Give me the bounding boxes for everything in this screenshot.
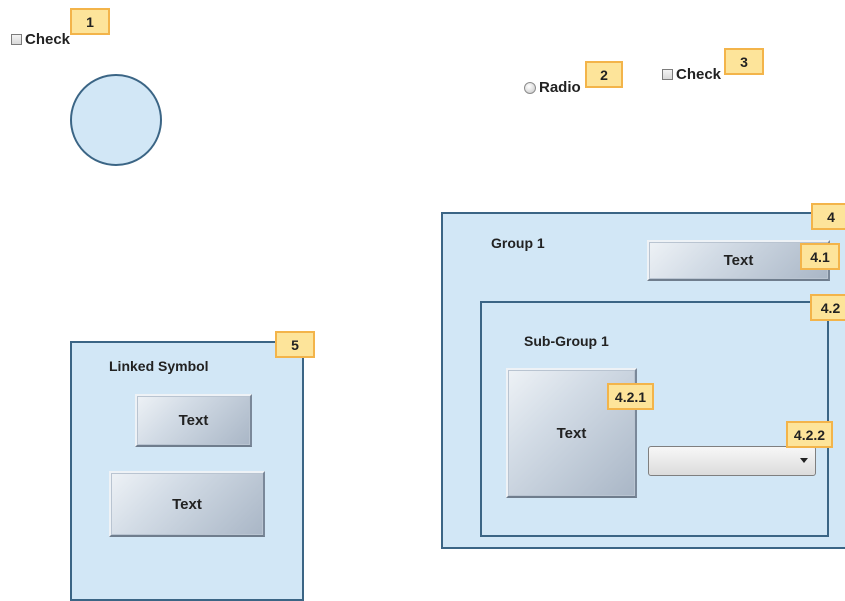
- circle-shape: [70, 74, 162, 166]
- badge-4-2: 4.2: [810, 294, 845, 321]
- sub-group-1-button-label: Text: [556, 424, 587, 442]
- badge-4-2-2: 4.2.2: [786, 421, 833, 448]
- badge-4-2-1: 4.2.1: [607, 383, 654, 410]
- badge-3: 3: [724, 48, 764, 75]
- badge-4: 4: [811, 203, 845, 230]
- check-1-label: Check: [25, 31, 71, 48]
- group-1-title: Group 1: [491, 235, 545, 251]
- badge-2: 2: [585, 61, 623, 88]
- linked-symbol-button-2[interactable]: Text: [109, 471, 265, 537]
- sub-group-1-title: Sub-Group 1: [524, 333, 609, 349]
- linked-symbol-title: Linked Symbol: [109, 358, 209, 374]
- linked-symbol-button-2-label: Text: [172, 495, 202, 513]
- radio-2-label: Radio: [539, 79, 581, 96]
- check-3[interactable]: Check: [662, 66, 721, 83]
- checkbox-icon[interactable]: [662, 69, 673, 80]
- badge-1: 1: [70, 8, 110, 35]
- radio-icon[interactable]: [524, 81, 536, 94]
- radio-2[interactable]: Radio: [524, 79, 581, 96]
- linked-symbol-button-1-label: Text: [178, 412, 209, 429]
- badge-5: 5: [275, 331, 315, 358]
- badge-4-1: 4.1: [800, 243, 840, 270]
- group-1-button-label: Text: [723, 252, 754, 269]
- chevron-down-icon[interactable]: [800, 458, 808, 463]
- check-3-label: Check: [676, 66, 722, 83]
- checkbox-icon[interactable]: [11, 34, 22, 45]
- check-1[interactable]: Check: [11, 31, 70, 48]
- sub-group-1-dropdown[interactable]: [648, 446, 816, 476]
- linked-symbol-button-1[interactable]: Text: [135, 394, 252, 447]
